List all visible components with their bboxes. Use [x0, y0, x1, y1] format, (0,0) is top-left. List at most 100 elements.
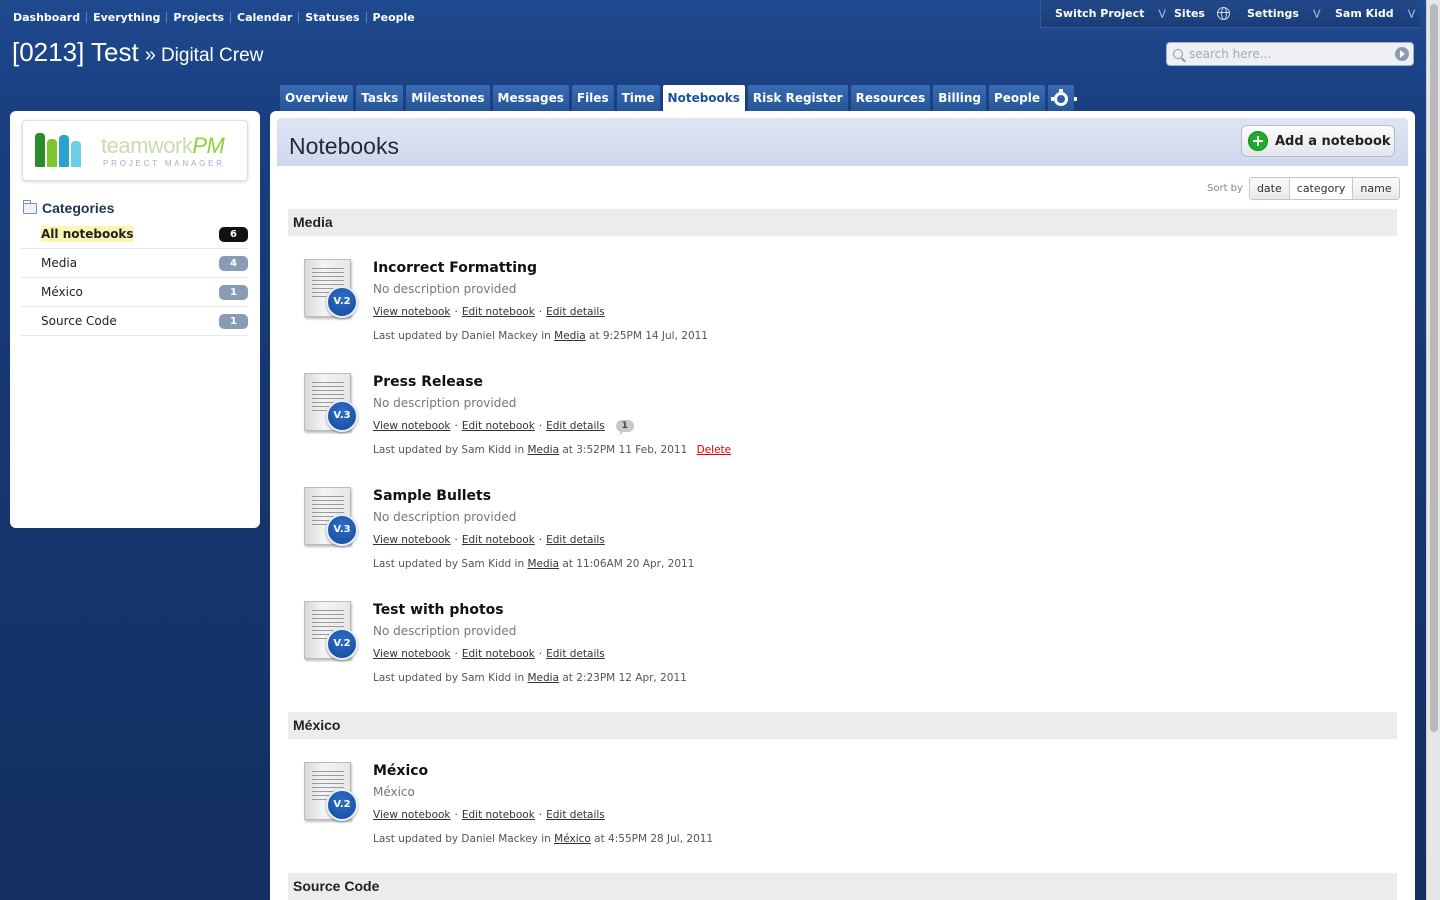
edit-notebook-link[interactable]: Edit notebook	[462, 809, 535, 821]
tab-risk-register[interactable]: Risk Register	[747, 85, 848, 112]
delete-link[interactable]: Delete	[697, 444, 732, 456]
nav-separator	[166, 12, 168, 23]
logo-subtitle: PROJECT MANAGER	[103, 159, 225, 168]
view-notebook-link[interactable]: View notebook	[373, 420, 451, 432]
teamwork-logo[interactable]: teamworkPM PROJECT MANAGER	[22, 120, 248, 181]
category-all-notebooks[interactable]: All notebooks 6	[21, 220, 248, 249]
user-menu[interactable]: Sam Kidd ⋁	[1335, 7, 1415, 20]
notebook-actions: View notebook · Edit notebook · Edit detai…	[373, 534, 605, 546]
view-notebook-link[interactable]: View notebook	[373, 809, 451, 821]
tab-files[interactable]: Files	[571, 85, 614, 112]
edit-details-link[interactable]: Edit details	[546, 534, 605, 546]
category-media[interactable]: Media 4	[21, 249, 248, 278]
view-notebook-link[interactable]: View notebook	[373, 534, 451, 546]
switch-project-menu[interactable]: Switch Project ⋁	[1055, 7, 1166, 20]
page-title: Notebooks	[289, 133, 399, 159]
notebook-title[interactable]: Sample Bullets	[373, 488, 491, 504]
sort-by-name[interactable]: name	[1352, 178, 1399, 199]
folder-icon	[23, 199, 37, 214]
edit-details-link[interactable]: Edit details	[546, 306, 605, 318]
tab-notebooks[interactable]: Notebooks	[662, 85, 745, 113]
section-header-mexico: México	[288, 712, 1397, 739]
notebook-item: V.2 México México View notebook · Edit no…	[302, 760, 1202, 860]
project-title: [0213] Test» Digital Crew	[12, 37, 263, 68]
logo-wordmark: teamworkPM	[101, 133, 225, 158]
company-name[interactable]: Digital Crew	[161, 45, 263, 66]
search-input[interactable]	[1189, 47, 1389, 61]
section-header-source-code: Source Code	[288, 873, 1397, 900]
scrollbar-thumb[interactable]	[1430, 4, 1438, 732]
tab-time[interactable]: Time	[616, 85, 660, 112]
tab-settings[interactable]	[1047, 85, 1077, 115]
settings-menu[interactable]: Settings ⋁	[1247, 7, 1321, 20]
notebook-title[interactable]: México	[373, 763, 428, 779]
nav-everything[interactable]: Everything	[93, 11, 160, 24]
edit-details-link[interactable]: Edit details	[546, 420, 605, 432]
notebook-icon: V.2	[302, 762, 360, 824]
category-label: Media	[41, 256, 78, 270]
sort-by-category[interactable]: category	[1288, 178, 1353, 199]
sort-by-date[interactable]: date	[1249, 178, 1289, 199]
category-link[interactable]: México	[554, 833, 591, 845]
edit-notebook-link[interactable]: Edit notebook	[462, 648, 535, 660]
edit-notebook-link[interactable]: Edit notebook	[462, 420, 535, 432]
tab-resources[interactable]: Resources	[850, 85, 931, 112]
sort-label: Sort by	[1207, 183, 1243, 194]
notebook-actions: View notebook · Edit notebook · Edit detai…	[373, 420, 634, 435]
project-code[interactable]: [0213] Test	[12, 37, 139, 67]
tab-messages[interactable]: Messages	[492, 85, 569, 112]
search-go-icon[interactable]	[1395, 47, 1409, 61]
view-notebook-link[interactable]: View notebook	[373, 306, 451, 318]
nav-statuses[interactable]: Statuses	[305, 11, 359, 24]
notebook-description: No description provided	[373, 282, 517, 296]
category-count-badge: 1	[219, 284, 248, 300]
edit-details-link[interactable]: Edit details	[546, 809, 605, 821]
sidebar: teamworkPM PROJECT MANAGER Categories Al…	[10, 111, 260, 528]
tab-overview[interactable]: Overview	[280, 85, 354, 112]
tab-people[interactable]: People	[988, 85, 1045, 112]
view-notebook-link[interactable]: View notebook	[373, 648, 451, 660]
notebook-title[interactable]: Press Release	[373, 374, 483, 390]
category-link[interactable]: Media	[527, 444, 559, 456]
version-badge: V.2	[326, 628, 358, 660]
nav-separator	[365, 12, 367, 23]
tab-milestones[interactable]: Milestones	[406, 85, 490, 112]
sort-control: Sort by date category name	[1207, 177, 1400, 200]
tab-billing[interactable]: Billing	[933, 85, 986, 112]
notebook-title[interactable]: Test with photos	[373, 602, 504, 618]
nav-projects[interactable]: Projects	[173, 11, 224, 24]
edit-notebook-link[interactable]: Edit notebook	[462, 306, 535, 318]
nav-calendar[interactable]: Calendar	[237, 11, 292, 24]
category-source-code[interactable]: Source Code 1	[21, 307, 248, 336]
notebook-item: V.3 Sample Bullets No description provid…	[302, 485, 1202, 585]
breadcrumb-separator: »	[144, 44, 156, 66]
notebook-title[interactable]: Incorrect Formatting	[373, 260, 537, 276]
globe-icon	[1216, 7, 1230, 20]
notebook-actions: View notebook · Edit notebook · Edit detai…	[373, 306, 605, 318]
page-scrollbar[interactable]	[1426, 0, 1440, 900]
tab-tasks[interactable]: Tasks	[356, 85, 404, 112]
category-link[interactable]: Media	[527, 672, 559, 684]
nav-dashboard[interactable]: Dashboard	[13, 11, 80, 24]
notebook-last-updated: Last updated by Daniel Mackey in Media a…	[373, 330, 708, 342]
category-mexico[interactable]: México 1	[21, 278, 248, 307]
search-icon	[1173, 49, 1183, 59]
notebook-last-updated: Last updated by Sam Kidd in Media at 11:…	[373, 558, 695, 570]
sites-menu[interactable]: Sites	[1174, 7, 1230, 20]
category-link[interactable]: Media	[554, 330, 586, 342]
notebook-item: V.2 Incorrect Formatting No description …	[302, 257, 1202, 357]
notebook-actions: View notebook · Edit notebook · Edit detai…	[373, 809, 605, 821]
category-link[interactable]: Media	[527, 558, 559, 570]
notebook-description: México	[373, 785, 415, 799]
project-tabs: Overview Tasks Milestones Messages Files…	[280, 85, 1077, 115]
nav-people[interactable]: People	[373, 11, 415, 24]
chevron-down-icon: ⋁	[1158, 8, 1166, 19]
edit-notebook-link[interactable]: Edit notebook	[462, 534, 535, 546]
top-nav: Dashboard Everything Projects Calendar S…	[13, 11, 415, 24]
add-notebook-button[interactable]: Add a notebook	[1241, 125, 1395, 157]
category-label: México	[41, 285, 83, 299]
comment-count-icon[interactable]: 1	[615, 420, 634, 435]
category-count-badge: 6	[219, 226, 248, 242]
edit-details-link[interactable]: Edit details	[546, 648, 605, 660]
category-count-badge: 4	[219, 255, 248, 271]
